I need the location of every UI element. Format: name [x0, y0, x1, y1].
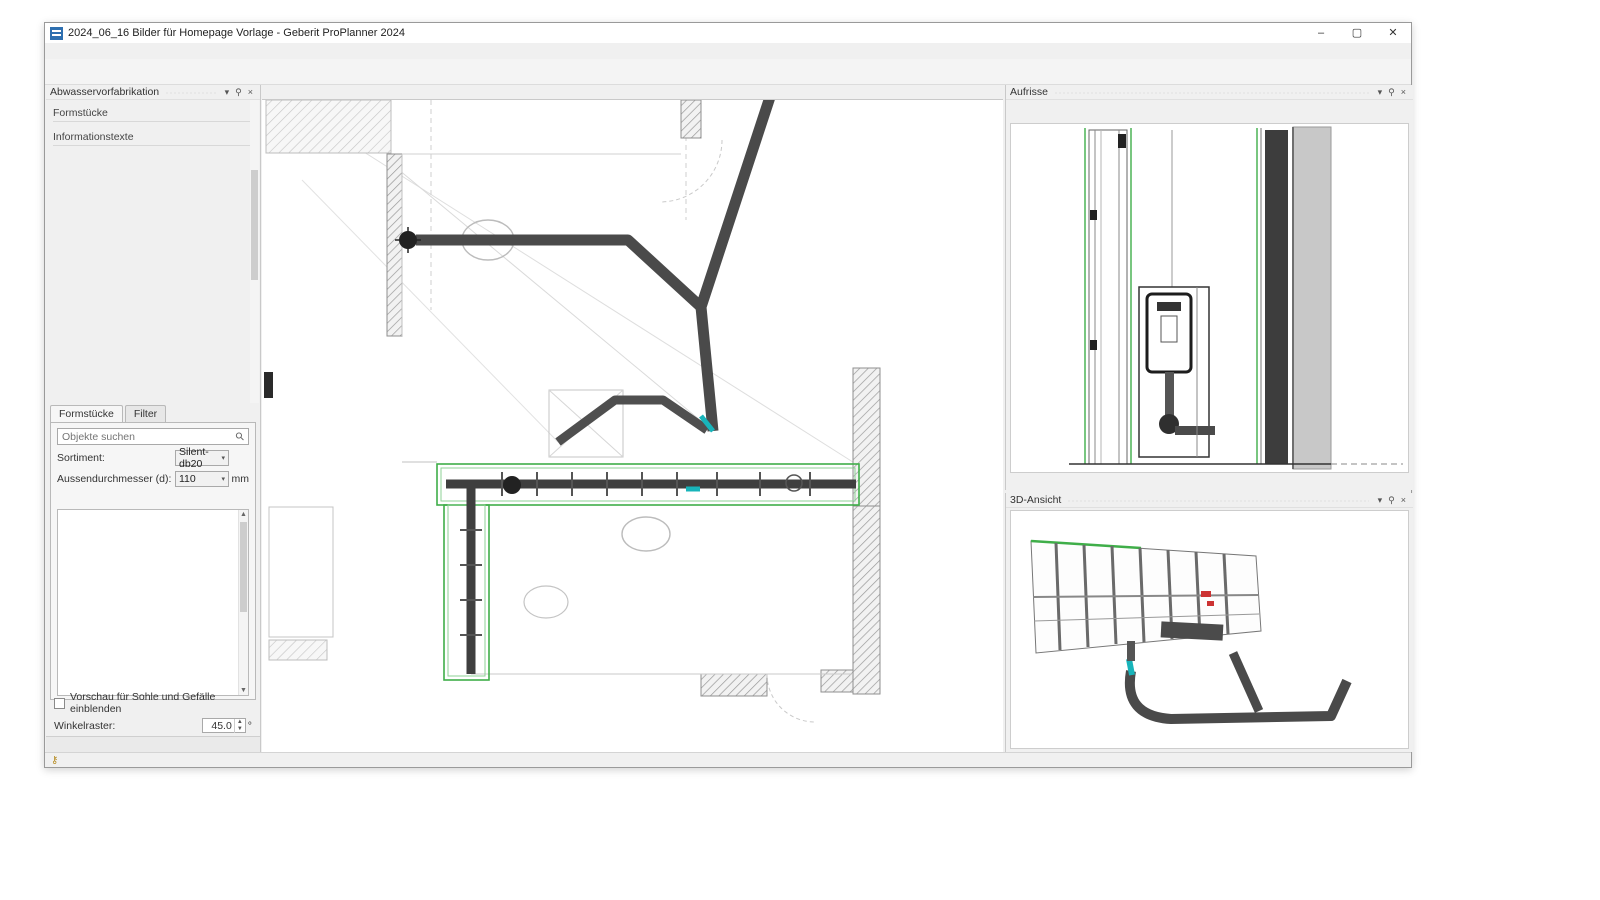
left-panel-bottom-tabs — [46, 736, 260, 752]
minimize-button[interactable]: – — [1303, 23, 1339, 43]
tab-formstuecke[interactable]: Formstücke — [50, 405, 123, 423]
key-icon: ⚷ — [51, 755, 58, 766]
aufriss-tabs — [1006, 100, 1413, 104]
viewer3d-panel: 3D-Ansicht ▾ ⚲ × — [1005, 493, 1413, 752]
panel-close-icon[interactable]: × — [1398, 87, 1409, 97]
left-panel-title: Abwasservorfabrikation — [50, 86, 159, 98]
winkelraster-stepper[interactable]: 45.0 ▲▼ — [202, 718, 246, 733]
winkelraster-unit: ° — [248, 720, 252, 732]
app-window: 2024_06_16 Bilder für Homepage Vorlage -… — [44, 22, 1412, 768]
right-bottom-tabs — [1006, 473, 1413, 490]
viewer3d-view[interactable] — [1010, 510, 1409, 749]
sortiment-label: Sortiment: — [57, 452, 175, 464]
chevron-down-icon: ▾ — [221, 475, 225, 483]
aufrisse-panel: Aufrisse ▾ ⚲ × — [1005, 85, 1413, 490]
parts-list: ▲▼ — [57, 509, 249, 696]
panel-pin-icon[interactable]: ⚲ — [232, 87, 245, 98]
main-area — [262, 85, 1003, 752]
preview-checkbox-label: Vorschau für Sohle und Gefälle einblende… — [70, 691, 260, 715]
plan-canvas[interactable] — [262, 99, 1003, 752]
panel-close-icon[interactable]: × — [245, 87, 256, 97]
panel-dropdown-icon[interactable]: ▾ — [222, 87, 233, 98]
panel-pin-icon[interactable]: ⚲ — [1385, 87, 1398, 98]
diameter-select[interactable]: 110▾ — [175, 471, 229, 487]
winkelraster-label: Winkelraster: — [54, 720, 115, 732]
formstuecke-subpanel: Formstücke Filter ⚲ Sortiment: Silent-db… — [50, 405, 256, 700]
parts-scrollbar[interactable]: ▲▼ — [238, 510, 248, 695]
menu-bar — [45, 43, 1411, 59]
panel-pin-icon[interactable]: ⚲ — [1385, 495, 1398, 506]
tab-filter[interactable]: Filter — [125, 405, 166, 423]
sortiment-select[interactable]: Silent-db20▾ — [175, 450, 229, 466]
aufrisse-title: Aufrisse — [1010, 86, 1048, 98]
tool-palette: Formstücke Informationstexte — [46, 100, 260, 403]
panel-dropdown-icon[interactable]: ▾ — [1375, 87, 1386, 98]
chevron-down-icon: ▾ — [221, 454, 225, 462]
diameter-unit: mm — [229, 473, 249, 485]
app-icon — [50, 27, 63, 40]
panel-close-icon[interactable]: × — [1398, 495, 1409, 505]
left-panel: Abwasservorfabrikation ▾ ⚲ × Formstücke … — [46, 85, 261, 752]
document-tabs — [262, 85, 1003, 99]
search-input[interactable] — [62, 431, 236, 443]
viewer3d-title: 3D-Ansicht — [1010, 494, 1061, 506]
preview-checkbox[interactable] — [54, 698, 65, 709]
section-label-infotexte: Informationstexte — [46, 124, 260, 145]
aufriss-drawing[interactable] — [1010, 123, 1409, 473]
panel-dropdown-icon[interactable]: ▾ — [1375, 495, 1386, 506]
window-title: 2024_06_16 Bilder für Homepage Vorlage -… — [68, 27, 405, 39]
close-button[interactable]: ✕ — [1375, 23, 1411, 43]
maximize-button[interactable]: ▢ — [1339, 23, 1375, 43]
toolbar — [45, 59, 1411, 85]
tools-scrollbar[interactable] — [250, 100, 259, 403]
title-bar: 2024_06_16 Bilder für Homepage Vorlage -… — [45, 23, 1411, 43]
diameter-label: Aussendurchmesser (d): — [57, 473, 175, 485]
status-bar: ⚷ — [45, 752, 1411, 767]
section-label-formstuecke: Formstücke — [46, 100, 260, 121]
